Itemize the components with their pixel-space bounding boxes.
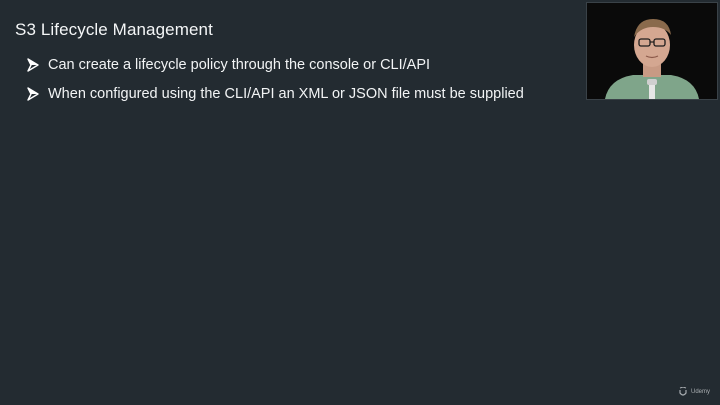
bullet-item: When configured using the CLI/API an XML… [26, 83, 524, 105]
slide-title: S3 Lifecycle Management [15, 20, 213, 39]
bullet-item: Can create a lifecycle policy through th… [26, 54, 524, 76]
bullet-list: Can create a lifecycle policy through th… [26, 54, 524, 112]
udemy-logo-icon [679, 387, 687, 396]
presenter-webcam [586, 2, 718, 100]
udemy-watermark-text: Udemy [690, 389, 710, 395]
arrow-bullet-icon [26, 87, 40, 101]
udemy-watermark: Udemy [678, 387, 710, 397]
slide: S3 Lifecycle Management Can create a lif… [0, 0, 720, 405]
bullet-text: When configured using the CLI/API an XML… [48, 86, 524, 102]
presenter-video-icon [587, 3, 717, 99]
bullet-text: Can create a lifecycle policy through th… [48, 57, 431, 73]
arrow-bullet-icon [26, 58, 40, 72]
